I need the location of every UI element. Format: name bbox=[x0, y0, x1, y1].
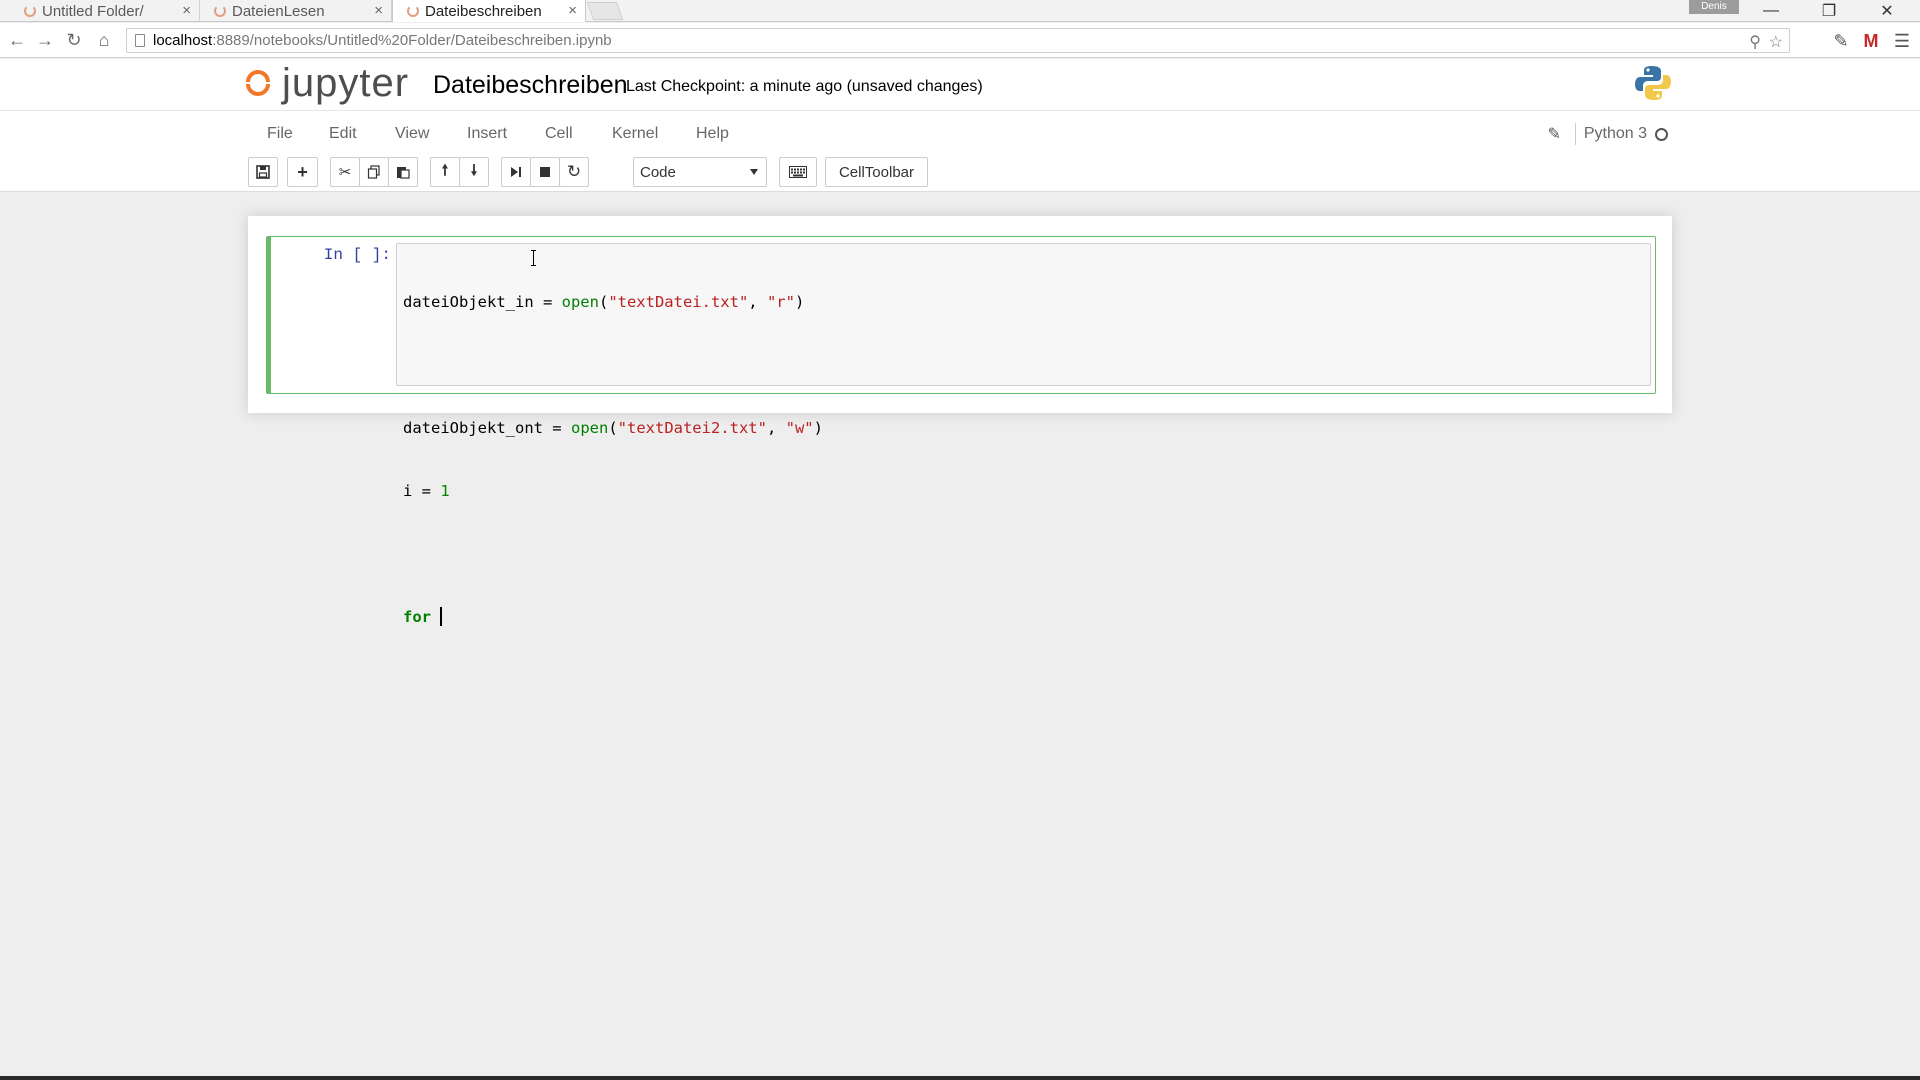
edit-mode-pencil-icon: ✎ bbox=[1547, 126, 1561, 143]
code-line-3: dateiObjekt_ont = open("textDatei2.txt",… bbox=[403, 419, 823, 437]
text-cursor bbox=[440, 607, 443, 626]
menu-area: File Edit View Insert Cell Kernel Help ✎… bbox=[0, 110, 1920, 192]
copy-icon bbox=[367, 165, 380, 179]
command-palette-button[interactable] bbox=[779, 157, 817, 187]
mouse-ibeam-cursor-icon bbox=[531, 250, 539, 266]
gmail-icon[interactable]: M bbox=[1860, 30, 1882, 52]
paste-icon bbox=[397, 167, 410, 179]
refresh-icon: ↻ bbox=[566, 162, 582, 181]
extension-pen-icon[interactable]: ✎ bbox=[1830, 30, 1852, 52]
arrow-down-icon: 🠗 bbox=[470, 161, 478, 179]
jupyter-logo-text: jupyter bbox=[282, 61, 410, 105]
page-icon bbox=[135, 34, 145, 47]
tab-close-icon[interactable]: × bbox=[374, 2, 383, 19]
menu-help[interactable]: Help bbox=[682, 117, 743, 151]
code-cell[interactable]: In [ ]: dateiObjekt_in = open("textDatei… bbox=[266, 236, 1656, 626]
move-cell-up-button[interactable]: 🠕 bbox=[430, 157, 460, 187]
browser-tab-dateienlesen[interactable]: DateienLesen × bbox=[200, 0, 392, 22]
browser-tab-bar: Untitled Folder/ × DateienLesen × Dateib… bbox=[0, 0, 1920, 22]
minimize-icon[interactable]: — bbox=[1748, 0, 1794, 22]
arrow-up-icon: 🠕 bbox=[441, 161, 449, 179]
menu-cell[interactable]: Cell bbox=[531, 117, 587, 151]
tab-label: Untitled Folder/ bbox=[42, 2, 144, 20]
loading-spinner-icon bbox=[214, 5, 226, 17]
plus-icon: + bbox=[297, 161, 308, 182]
menu-insert[interactable]: Insert bbox=[453, 117, 521, 151]
menubar: File Edit View Insert Cell Kernel Help ✎… bbox=[248, 117, 1672, 151]
back-arrow-icon[interactable]: ← bbox=[6, 29, 28, 51]
code-line-1: dateiObjekt_in = open("textDatei.txt", "… bbox=[403, 293, 805, 311]
home-icon[interactable]: ⌂ bbox=[93, 29, 115, 51]
new-tab-button[interactable] bbox=[586, 2, 624, 20]
stop-icon bbox=[540, 167, 550, 177]
notebook-container: In [ ]: dateiObjekt_in = open("textDatei… bbox=[248, 216, 1672, 626]
window-user-badge: Denis bbox=[1689, 0, 1739, 14]
jupyter-logo[interactable]: jupyter bbox=[244, 63, 409, 103]
url-text: localhost:8889/notebooks/Untitled%20Fold… bbox=[153, 32, 612, 49]
copy-button[interactable] bbox=[359, 157, 389, 187]
browser-tab-untitled-folder[interactable]: Untitled Folder/ × bbox=[10, 0, 200, 22]
cell-type-value: Code bbox=[640, 163, 676, 181]
tab-label: Dateibeschreiben bbox=[425, 2, 542, 20]
menu-file[interactable]: File bbox=[253, 117, 307, 151]
scissors-icon: ✂ bbox=[338, 164, 352, 181]
insert-cell-below-button[interactable]: + bbox=[287, 157, 318, 187]
move-cell-down-button[interactable]: 🠗 bbox=[459, 157, 489, 187]
keyboard-icon bbox=[789, 166, 807, 178]
address-bar: ← → ↻ ⌂ localhost:8889/notebooks/Untitle… bbox=[0, 23, 1920, 58]
interrupt-kernel-button[interactable] bbox=[530, 157, 560, 187]
browser-tab-dateibeschreiben[interactable]: Dateibeschreiben × bbox=[392, 0, 586, 22]
menu-edit[interactable]: Edit bbox=[315, 117, 371, 151]
loading-spinner-icon bbox=[24, 5, 36, 17]
toolbar: + ✂ 🠕 🠗 ↻ Code CellToolbar bbox=[248, 157, 1672, 187]
tab-label: DateienLesen bbox=[232, 2, 325, 20]
save-button[interactable] bbox=[248, 157, 278, 187]
kernel-indicator: ✎ Python 3 bbox=[1547, 117, 1672, 151]
loading-spinner-icon bbox=[407, 5, 419, 17]
notebook-name[interactable]: Dateibeschreiben bbox=[433, 71, 628, 100]
step-forward-icon bbox=[511, 167, 521, 177]
cell-type-select[interactable]: Code bbox=[633, 157, 767, 187]
restore-icon[interactable]: ❐ bbox=[1806, 0, 1852, 22]
reload-icon[interactable]: ↻ bbox=[63, 29, 85, 51]
divider bbox=[1574, 123, 1576, 145]
menu-kernel[interactable]: Kernel bbox=[598, 117, 672, 151]
celltoolbar-button[interactable]: CellToolbar bbox=[825, 157, 928, 187]
jupyter-logo-icon bbox=[244, 66, 274, 100]
window-close-icon[interactable]: ✕ bbox=[1864, 0, 1910, 22]
tab-close-icon[interactable]: × bbox=[568, 2, 577, 19]
input-prompt: In [ ]: bbox=[323, 246, 391, 264]
python-logo-icon bbox=[1635, 66, 1671, 100]
run-cell-button[interactable] bbox=[501, 157, 531, 187]
menu-view[interactable]: View bbox=[381, 117, 443, 151]
restart-kernel-button[interactable]: ↻ bbox=[559, 157, 589, 187]
caret-down-icon bbox=[750, 169, 758, 175]
save-icon bbox=[256, 165, 270, 179]
browser-menu-icon[interactable]: ☰ bbox=[1891, 30, 1913, 52]
paste-button[interactable] bbox=[388, 157, 418, 187]
url-input[interactable]: localhost:8889/notebooks/Untitled%20Fold… bbox=[126, 28, 1790, 53]
kernel-name: Python 3 bbox=[1583, 125, 1647, 142]
checkpoint-status: Last Checkpoint: a minute ago (unsaved c… bbox=[626, 78, 983, 95]
code-line-6: for bbox=[403, 607, 823, 628]
code-text[interactable]: dateiObjekt_in = open("textDatei.txt", "… bbox=[403, 250, 823, 670]
code-line-4: i = 1 bbox=[403, 482, 450, 500]
tab-close-icon[interactable]: × bbox=[182, 2, 191, 19]
bookmark-star-icon[interactable]: ☆ bbox=[1769, 29, 1783, 54]
jupyter-header: jupyter Dateibeschreiben Last Checkpoint… bbox=[0, 59, 1920, 110]
code-editor[interactable]: dateiObjekt_in = open("textDatei.txt", "… bbox=[396, 243, 1651, 626]
cut-button[interactable]: ✂ bbox=[330, 157, 360, 187]
forward-arrow-icon[interactable]: → bbox=[34, 29, 56, 51]
kernel-idle-icon bbox=[1655, 127, 1668, 141]
taskbar-edge bbox=[0, 1076, 1920, 1080]
zoom-icon[interactable]: ⚲ bbox=[1749, 29, 1761, 54]
